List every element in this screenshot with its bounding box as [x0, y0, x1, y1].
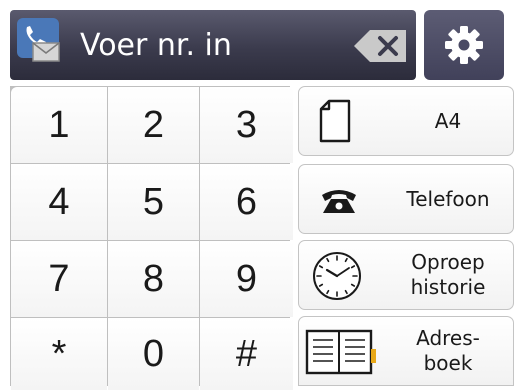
- key-4[interactable]: 4: [11, 164, 107, 240]
- call-history-label: Oproep historie: [383, 241, 513, 309]
- fax-envelope-icon: [16, 17, 74, 72]
- key-8[interactable]: 8: [108, 241, 199, 317]
- key-hash[interactable]: #: [200, 318, 293, 390]
- number-input-field[interactable]: Voer nr. in: [80, 26, 232, 66]
- address-book-label: Adres-boek: [383, 317, 513, 385]
- key-1[interactable]: 1: [11, 87, 107, 163]
- clock-icon: [311, 251, 363, 305]
- key-7[interactable]: 7: [11, 241, 107, 317]
- key-2[interactable]: 2: [108, 87, 199, 163]
- numeric-keypad: 1 2 3 4 5 6 7 8 9 * 0 #: [10, 86, 293, 390]
- backspace-icon[interactable]: [352, 26, 408, 66]
- settings-button[interactable]: [424, 10, 504, 80]
- key-9[interactable]: 9: [200, 241, 293, 317]
- address-book-label-line1: Adres-: [416, 326, 480, 350]
- telephone-icon: [319, 187, 359, 219]
- paper-size-label: A4: [434, 108, 462, 133]
- paper-sheet-icon: [319, 99, 351, 147]
- key-3[interactable]: 3: [200, 87, 293, 163]
- key-0[interactable]: 0: [108, 318, 199, 390]
- telephone-button[interactable]: Telefoon: [298, 164, 514, 234]
- gear-icon: [445, 26, 483, 64]
- call-history-button[interactable]: Oproep historie: [298, 240, 514, 310]
- paper-size-button[interactable]: A4: [298, 86, 514, 156]
- call-history-label-line1: Oproep: [411, 250, 485, 274]
- address-book-button[interactable]: Adres-boek: [298, 316, 514, 386]
- address-book-label-line2: boek: [423, 351, 473, 375]
- telephone-label: Telefoon: [406, 186, 490, 211]
- address-book-icon: [305, 329, 377, 379]
- key-star[interactable]: *: [11, 318, 107, 390]
- key-5[interactable]: 5: [108, 164, 199, 240]
- call-history-label-line2: historie: [410, 275, 486, 299]
- key-6[interactable]: 6: [200, 164, 293, 240]
